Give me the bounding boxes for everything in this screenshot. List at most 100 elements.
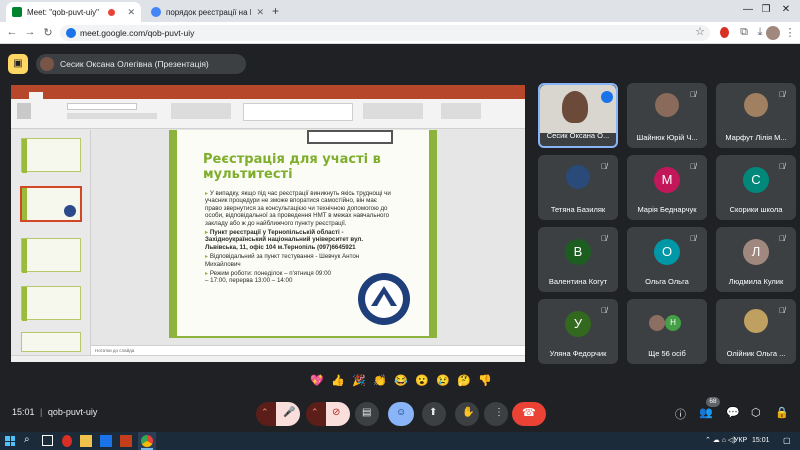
close-window-icon[interactable]: ✕ xyxy=(778,4,794,15)
participant-photo xyxy=(655,93,679,117)
camera-toggle-button[interactable]: ⊘ xyxy=(326,402,350,426)
chrome-taskbar-button[interactable] xyxy=(138,432,156,450)
host-controls-icon[interactable]: 🔒 xyxy=(775,406,789,419)
people-icon[interactable]: 👥 xyxy=(699,406,713,419)
participants-count-badge: 68 xyxy=(706,397,720,407)
participant-tile[interactable]: 🎙̸ Шайнюк Юрій Ч... xyxy=(627,83,707,148)
paste-icon xyxy=(17,103,31,119)
new-tab-button[interactable]: + xyxy=(272,4,279,18)
video-options-button[interactable]: ⌃ xyxy=(306,402,326,426)
present-button[interactable]: ⬆ xyxy=(422,402,446,426)
task-view-icon[interactable] xyxy=(42,435,53,446)
info-icon[interactable]: ⓘ xyxy=(675,406,686,422)
avatar: У xyxy=(565,311,591,337)
system-tray-icons[interactable]: ⌃ ☁ ⌂ ◁) xyxy=(705,436,736,444)
tab-meet[interactable]: Meet: "qob-puvt-uiy" ✕ xyxy=(6,2,141,22)
participant-tile[interactable]: М 🎙̸ Марія Беднарчук xyxy=(627,155,707,220)
avatar: О xyxy=(654,239,680,265)
chat-icon[interactable]: 💬 xyxy=(726,406,740,419)
notifications-icon[interactable]: ▢ xyxy=(783,436,791,445)
reload-icon[interactable]: ↻ xyxy=(40,26,56,39)
forward-icon[interactable]: → xyxy=(22,26,38,38)
leave-call-button[interactable]: ☎ xyxy=(512,402,546,426)
slide-canvas: Реєстрація для участі в мультитесті ▸ У … xyxy=(91,130,525,345)
mic-off-icon: 🎙̸ xyxy=(779,234,785,243)
participant-tile[interactable]: С 🎙̸ Скорики школа xyxy=(716,155,796,220)
reactions-button[interactable]: ☺ xyxy=(388,402,414,426)
raise-hand-button[interactable]: ✋ xyxy=(455,402,479,426)
avatar: В xyxy=(565,239,591,265)
presentation-icon[interactable]: ▣ xyxy=(8,54,28,74)
reaction-surprised-button[interactable]: 😮 xyxy=(415,374,429,387)
captions-button[interactable]: ▤ xyxy=(355,402,379,426)
reaction-heart-button[interactable]: 💖 xyxy=(310,374,324,387)
more-options-button[interactable]: ⋮ xyxy=(484,402,508,426)
avatar: С xyxy=(743,167,769,193)
reaction-thinking-button[interactable]: 🤔 xyxy=(457,374,471,387)
search-icon[interactable]: ⌕ xyxy=(24,434,30,445)
opera-extension-icon[interactable] xyxy=(720,27,729,38)
meet-header: ▣ Сесик Оксана Олегівна (Презентація) xyxy=(0,50,800,78)
slide-thumbnail-active[interactable] xyxy=(20,186,82,222)
activities-icon[interactable]: ⬡ xyxy=(751,406,761,419)
status-bar xyxy=(11,355,525,362)
mic-off-icon: 🎙̸ xyxy=(601,306,607,315)
menu-icon[interactable]: ⋮ xyxy=(782,26,798,39)
participant-tile[interactable]: 🎙̸ Марфут Лілія М... xyxy=(716,83,796,148)
participant-tile[interactable]: 🎙̸ Олійник Ольга ... xyxy=(716,299,796,364)
windows-start-icon[interactable] xyxy=(5,436,15,446)
language-indicator[interactable]: УКР xyxy=(734,437,747,444)
editing-tools xyxy=(441,103,481,119)
participant-name: Марфут Лілія М... xyxy=(725,133,787,142)
slide-thumbnail[interactable] xyxy=(21,332,81,352)
site-info-icon[interactable] xyxy=(66,28,76,38)
mic-toggle-button[interactable]: 🎤 xyxy=(276,402,300,426)
profile-avatar[interactable] xyxy=(766,26,780,40)
mic-off-icon: 🎙̸ xyxy=(779,90,785,99)
mic-off-icon: 🎙̸ xyxy=(779,306,785,315)
reaction-thumbs-down-button[interactable]: 👎 xyxy=(478,374,492,387)
powerpoint-icon[interactable] xyxy=(120,435,132,447)
reaction-sad-button[interactable]: 😢 xyxy=(436,374,450,387)
extensions-icon[interactable]: ⧉ xyxy=(736,26,752,39)
reaction-laugh-button[interactable]: 😂 xyxy=(394,374,408,387)
participant-tile[interactable]: О 🎙̸ Ольга Ольга xyxy=(627,227,707,292)
participant-tile[interactable]: В 🎙̸ Валентина Когут xyxy=(538,227,618,292)
audio-options-button[interactable]: ⌃ xyxy=(256,402,276,426)
clock[interactable]: 15:01 xyxy=(752,437,770,444)
close-tab-icon[interactable]: ✕ xyxy=(127,7,135,18)
bullet-item: ▸ Пункт реєстрації у Тернопільській обла… xyxy=(205,229,364,251)
participant-tile[interactable]: Сесик Оксана О... xyxy=(538,83,618,148)
browser-toolbar: ← → ↻ meet.google.com/qob-puvt-uiy ☆ ⧉ ⤓… xyxy=(0,22,800,44)
participant-name: Валентина Когут xyxy=(548,277,608,286)
app-icon[interactable] xyxy=(100,435,112,447)
bookmark-star-icon[interactable]: ☆ xyxy=(692,25,708,38)
participant-tile[interactable]: Л 🎙̸ Людмила Кулик xyxy=(716,227,796,292)
address-bar[interactable]: meet.google.com/qob-puvt-uiy xyxy=(60,25,710,41)
meeting-time: 15:01 xyxy=(12,407,35,417)
restore-icon[interactable]: ❐ xyxy=(758,4,774,15)
participant-name: Сесик Оксана О... xyxy=(546,131,610,140)
globe-icon xyxy=(151,7,161,17)
hand-icon: ✋ xyxy=(462,407,475,418)
opera-icon[interactable] xyxy=(62,435,72,447)
minimize-icon[interactable]: — xyxy=(740,4,756,15)
slide-thumbnail[interactable] xyxy=(21,286,81,321)
notes-field[interactable]: Нотатки до слайда xyxy=(91,345,525,355)
slide-thumbnail[interactable] xyxy=(21,138,81,173)
more-participants-tile[interactable]: Н Ще 56 осіб xyxy=(627,299,707,364)
mic-off-icon: 🎙̸ xyxy=(690,162,696,171)
reaction-clap-button[interactable]: 👏 xyxy=(373,374,387,387)
participant-tile[interactable]: У 🎙̸ Уляна Федорчик xyxy=(538,299,618,364)
avatar: М xyxy=(654,167,680,193)
slide-bullets: ▸ У випадку, якщо під час реєстрації вин… xyxy=(205,190,395,285)
participant-tile[interactable]: 🎙̸ Тетяна Базиляк xyxy=(538,155,618,220)
reaction-thumbs-up-button[interactable]: 👍 xyxy=(331,374,345,387)
tab-document[interactable]: порядок реєстрації на НМТ-2 ✕ xyxy=(145,2,270,22)
reaction-party-button[interactable]: 🎉 xyxy=(352,374,366,387)
mic-off-icon: 🎤 xyxy=(283,407,296,418)
slide-thumbnail[interactable] xyxy=(21,238,81,273)
back-icon[interactable]: ← xyxy=(4,26,20,38)
file-explorer-icon[interactable] xyxy=(80,435,92,447)
close-tab-icon[interactable]: ✕ xyxy=(256,7,264,18)
